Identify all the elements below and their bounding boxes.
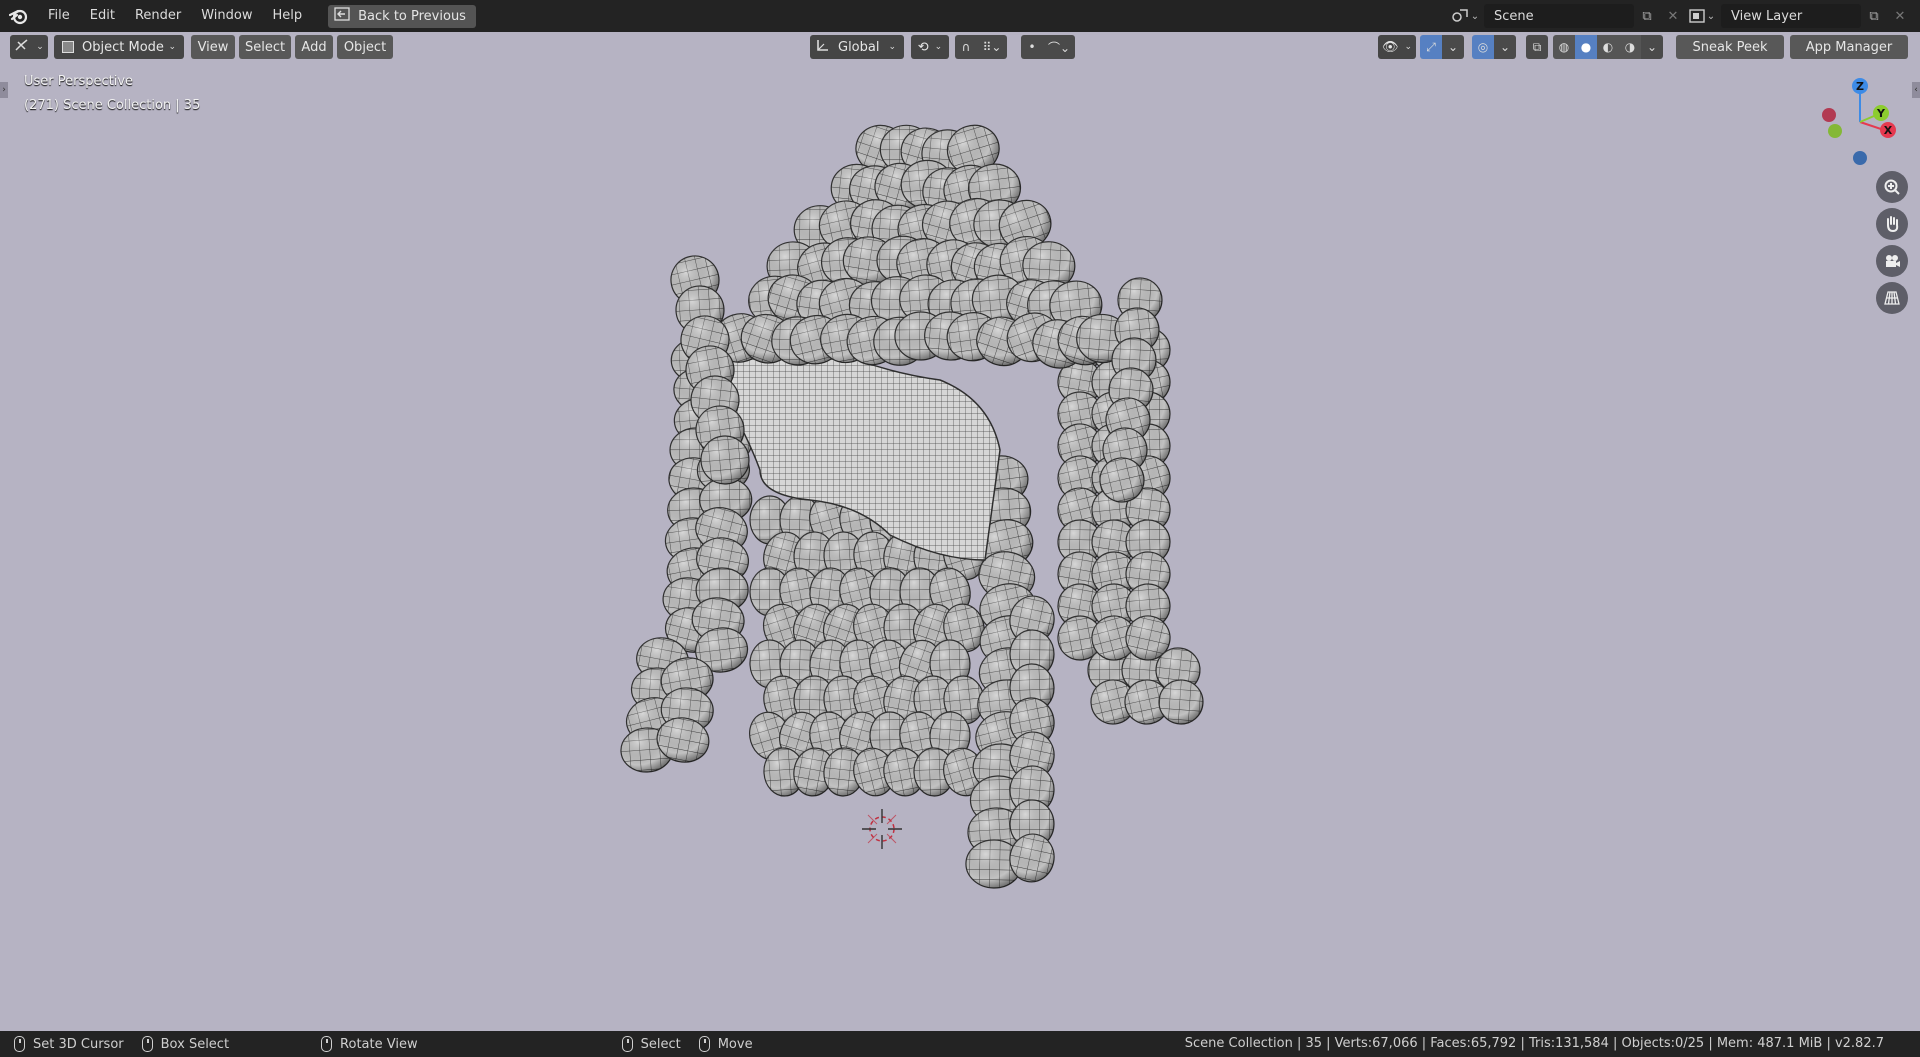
status-set-3d-cursor: Set 3D Cursor (14, 1036, 124, 1052)
zoom-icon[interactable] (1876, 171, 1908, 203)
status-rotate-view: Rotate View (321, 1036, 418, 1052)
status-label: Set 3D Cursor (33, 1036, 124, 1052)
neg-x-axis-icon[interactable] (1822, 108, 1836, 122)
perspective-grid-icon[interactable] (1876, 282, 1908, 314)
status-box-select: Box Select (141, 1036, 230, 1052)
status-bar: Set 3D Cursor Box Select Rotate View Sel… (0, 1031, 1920, 1057)
mouse-left-icon (14, 1036, 25, 1052)
pan-hand-icon[interactable] (1876, 208, 1908, 240)
navigation-gizmo[interactable]: Z Y X (1804, 70, 1908, 174)
status-label: Move (717, 1036, 753, 1052)
scene-statistics: Scene Collection | 35 | Verts:67,066 | F… (1184, 1036, 1884, 1051)
mouse-left-icon (621, 1036, 633, 1052)
mouse-drag-icon (698, 1036, 710, 1052)
neg-z-axis-icon[interactable] (1853, 151, 1867, 165)
z-axis-label: Z (1856, 80, 1864, 93)
status-select: Select (621, 1036, 681, 1052)
status-label: Box Select (160, 1036, 230, 1052)
z-axis-icon[interactable]: Z (1852, 78, 1868, 94)
status-label: Rotate View (340, 1036, 418, 1052)
x-axis-icon[interactable]: X (1880, 122, 1896, 138)
3d-cursor-icon (862, 809, 902, 849)
camera-view-icon[interactable] (1876, 245, 1908, 277)
mouse-drag-icon (141, 1036, 153, 1052)
y-axis-icon[interactable]: Y (1873, 105, 1889, 121)
y-axis-label: Y (1876, 107, 1886, 120)
x-axis-label: X (1884, 124, 1893, 137)
status-label: Select (640, 1036, 681, 1052)
wig-mesh-object[interactable] (619, 119, 1204, 889)
mouse-middle-icon (321, 1036, 333, 1052)
viewport-canvas[interactable] (0, 0, 1920, 1057)
neg-y-axis-icon[interactable] (1828, 124, 1842, 138)
status-move: Move (698, 1036, 753, 1052)
